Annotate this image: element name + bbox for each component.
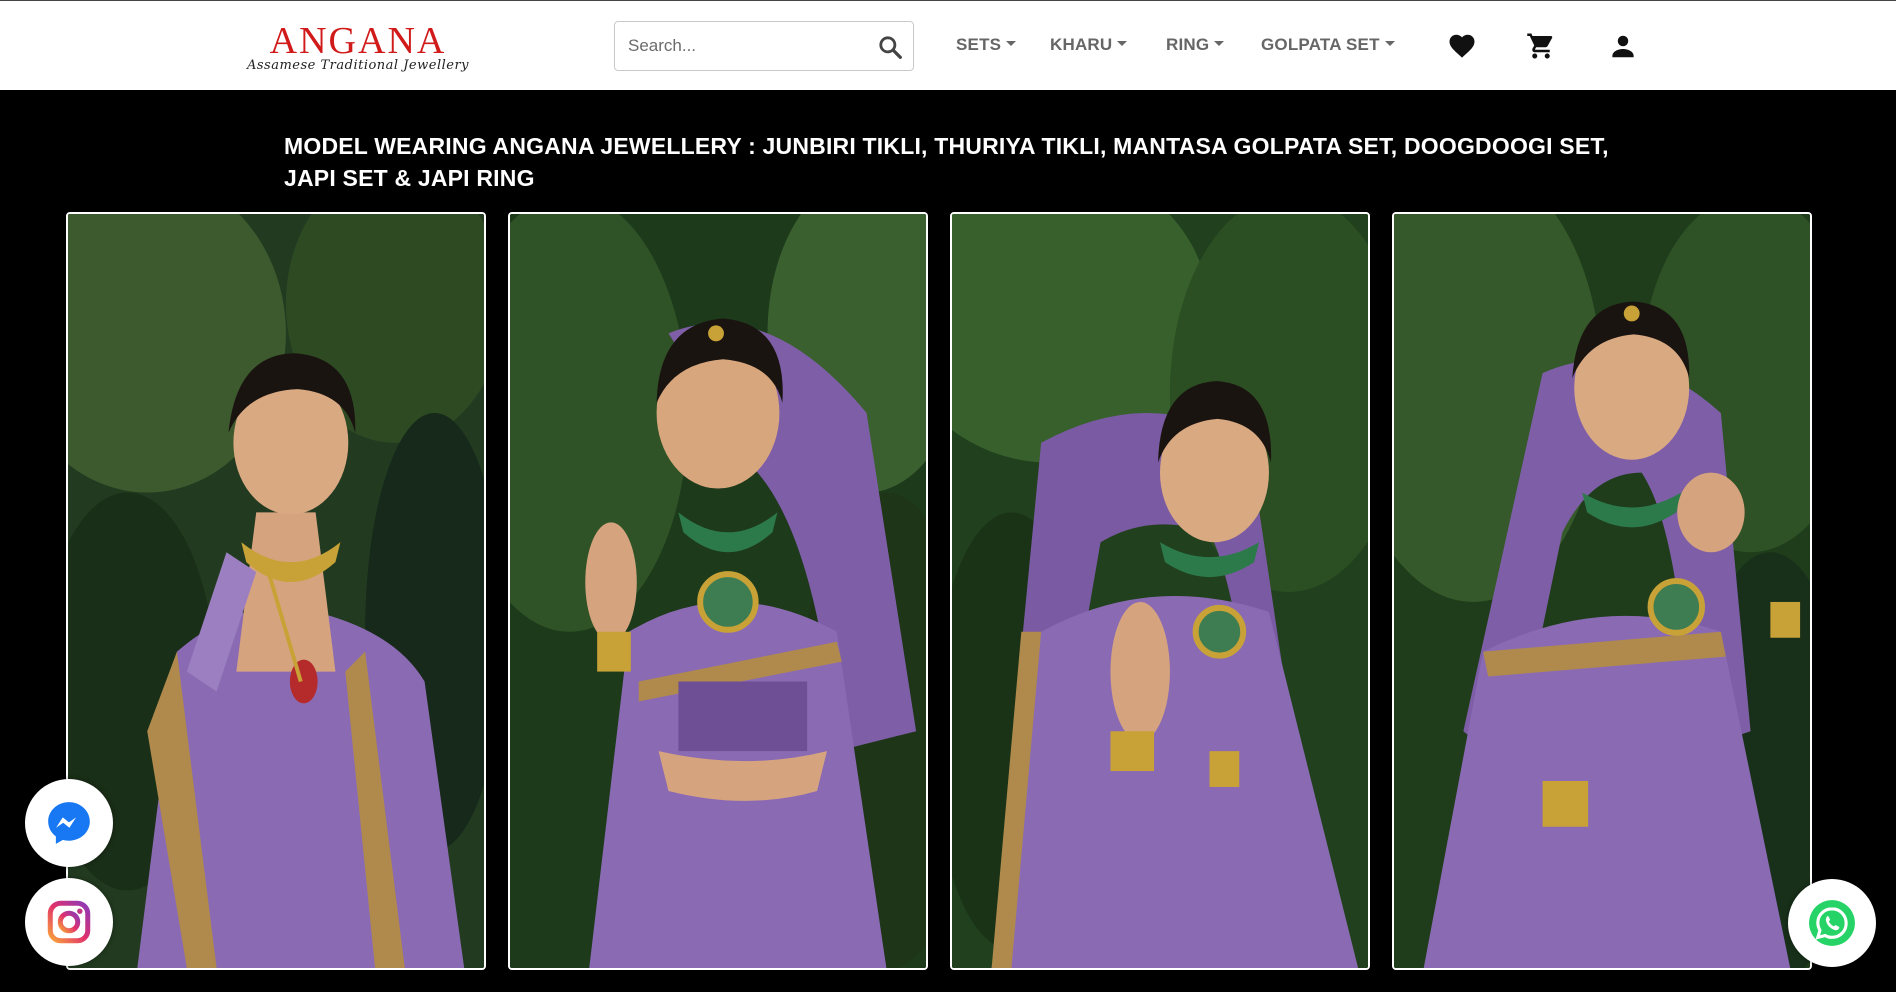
- chevron-down-icon: [1214, 41, 1225, 46]
- nav-kharu[interactable]: KHARU: [1050, 35, 1128, 55]
- gallery-photo-2[interactable]: [508, 212, 928, 970]
- whatsapp-button[interactable]: [1788, 879, 1876, 967]
- nav-kharu-label: KHARU: [1050, 35, 1113, 54]
- instagram-icon: [47, 900, 91, 944]
- nav-sets-label: SETS: [956, 35, 1002, 54]
- search-input[interactable]: [615, 22, 865, 70]
- whatsapp-icon: [1809, 900, 1855, 946]
- search-box: [614, 21, 914, 71]
- gallery-photo-3[interactable]: [950, 212, 1370, 970]
- photo-gallery: [66, 212, 1833, 972]
- nav-sets[interactable]: SETS: [956, 35, 1017, 55]
- model-photo: [952, 214, 1368, 968]
- brand-logo[interactable]: ANGANA Assamese Traditional Jewellery: [238, 21, 478, 77]
- brand-tagline: Assamese Traditional Jewellery: [246, 58, 470, 73]
- hero-caption: MODEL WEARING ANGANA JEWELLERY : JUNBIRI…: [284, 133, 1609, 191]
- model-photo: [510, 214, 926, 968]
- chevron-down-icon: [1006, 41, 1017, 46]
- brand-name: ANGANA: [269, 20, 447, 62]
- chevron-down-icon: [1117, 41, 1128, 46]
- search-icon[interactable]: [877, 34, 903, 60]
- site-header: ANGANA Assamese Traditional Jewellery SE…: [0, 0, 1896, 90]
- messenger-button[interactable]: [25, 779, 113, 867]
- nav-ring[interactable]: RING: [1166, 35, 1225, 55]
- nav-golpata-set[interactable]: GOLPATA SET: [1261, 35, 1395, 55]
- model-photo: [1394, 214, 1810, 968]
- nav-ring-label: RING: [1166, 35, 1210, 54]
- heart-icon[interactable]: [1447, 31, 1477, 61]
- chevron-down-icon: [1384, 41, 1395, 46]
- cart-icon[interactable]: [1526, 31, 1556, 61]
- messenger-icon: [48, 802, 90, 844]
- nav-golpata-set-label: GOLPATA SET: [1261, 35, 1380, 54]
- instagram-button[interactable]: [25, 878, 113, 966]
- user-icon[interactable]: [1608, 31, 1638, 61]
- gallery-photo-1[interactable]: [66, 212, 486, 970]
- gallery-photo-4[interactable]: [1392, 212, 1812, 970]
- model-photo: [68, 214, 484, 968]
